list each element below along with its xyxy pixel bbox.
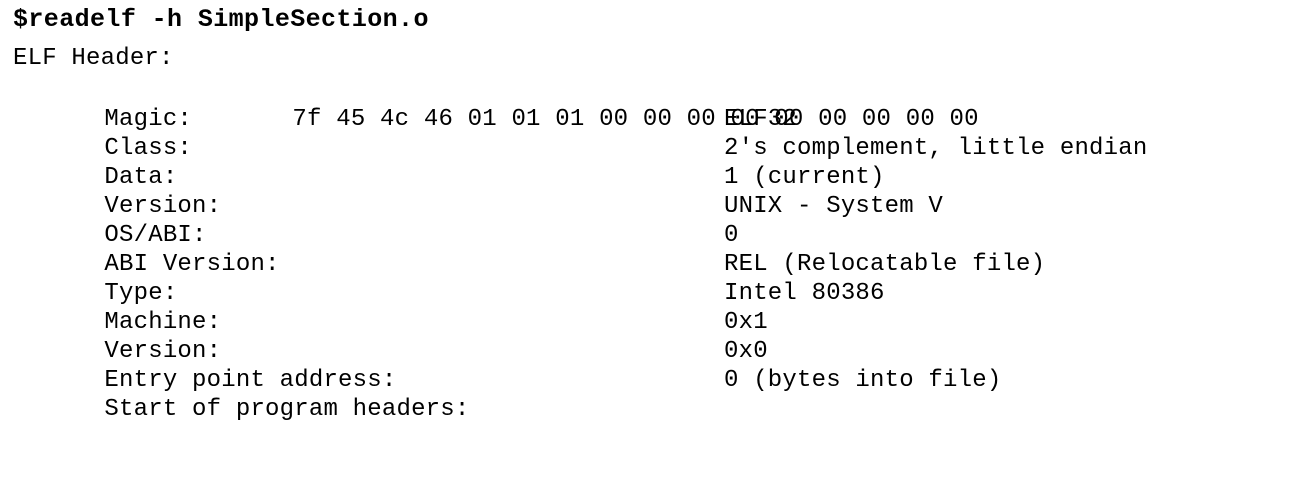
magic-row: Magic: 7f 45 4c 46 01 01 01 00 00 00 00 0… bbox=[46, 76, 979, 133]
elf-header-title: ELF Header: bbox=[13, 45, 174, 72]
field-row-data: Data: 2's complement, little endian bbox=[46, 134, 1147, 191]
field-value: 0 bbox=[724, 222, 739, 249]
field-value: 0x1 bbox=[724, 309, 768, 336]
field-row-machine: Machine: Intel 80386 bbox=[46, 279, 884, 336]
field-value: 0x0 bbox=[724, 338, 768, 365]
field-label: Start of program headers: bbox=[104, 396, 470, 423]
terminal-output: $readelf -h SimpleSection.o ELF Header: … bbox=[8, 0, 1304, 488]
field-row-program-headers: Start of program headers: 0 (bytes into … bbox=[46, 366, 1001, 423]
field-row-class: Class: ELF32 bbox=[46, 105, 796, 162]
field-row-version: Version: 1 (current) bbox=[46, 163, 884, 220]
field-value: REL (Relocatable file) bbox=[724, 251, 1046, 278]
field-value: 0 (bytes into file) bbox=[724, 367, 1002, 394]
field-row-type: Type: REL (Relocatable file) bbox=[46, 250, 1045, 307]
field-value: Intel 80386 bbox=[724, 280, 885, 307]
magic-value: 7f 45 4c 46 01 01 01 00 00 00 00 00 00 0… bbox=[292, 106, 979, 133]
field-row-version-2: Version: 0x1 bbox=[46, 308, 767, 365]
field-value: ELF32 bbox=[724, 106, 798, 133]
field-value: 2's complement, little endian bbox=[724, 135, 1148, 162]
command-line: $readelf -h SimpleSection.o bbox=[13, 5, 429, 34]
field-value: 1 (current) bbox=[724, 164, 885, 191]
field-value: UNIX - System V bbox=[724, 193, 944, 220]
field-row-os-abi: OS/ABI: UNIX - System V bbox=[46, 192, 942, 249]
field-row-entry-point: Entry point address: 0x0 bbox=[46, 337, 767, 394]
field-row-abi-version: ABI Version: 0 bbox=[46, 221, 738, 278]
